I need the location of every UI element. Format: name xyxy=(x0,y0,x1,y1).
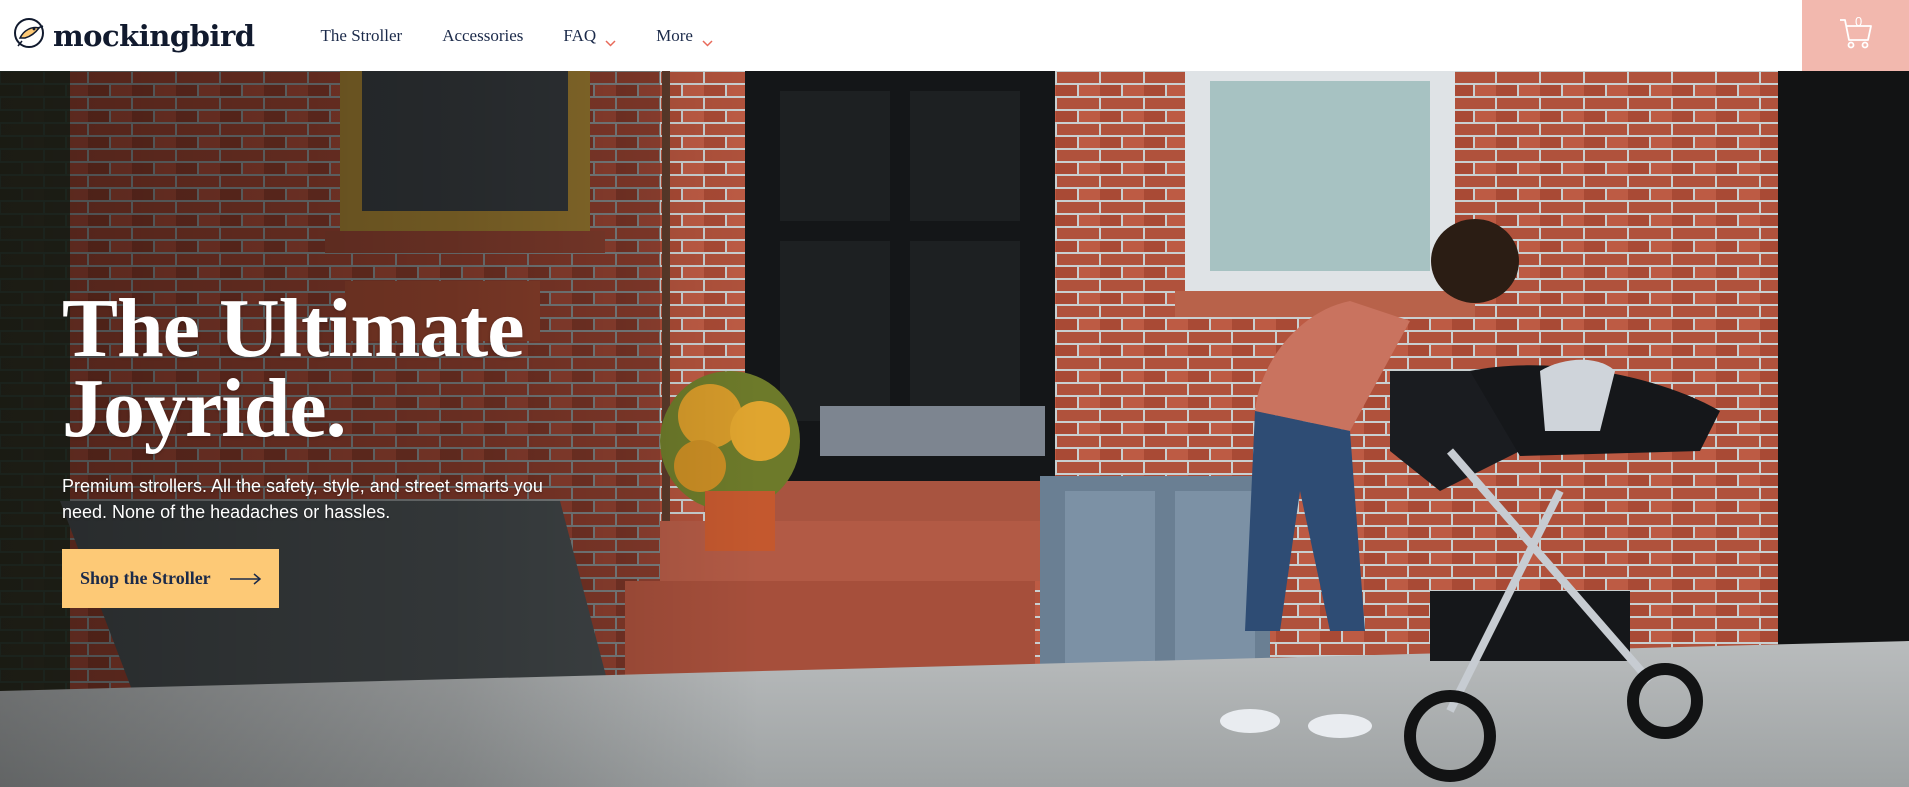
chevron-down-icon xyxy=(605,32,616,47)
cta-label: Shop the Stroller xyxy=(80,568,211,588)
nav-item-label: More xyxy=(656,25,693,45)
hero-section: The Ultimate Joyride. Premium strollers.… xyxy=(0,71,1909,787)
main-nav: The Stroller Accessories FAQ More xyxy=(321,0,753,71)
cart-count-badge: 0 xyxy=(1855,14,1863,29)
shop-the-stroller-button[interactable]: Shop the Stroller xyxy=(62,549,279,608)
nav-item-label: FAQ xyxy=(563,25,597,45)
nav-item-accessories[interactable]: Accessories xyxy=(442,26,523,46)
cart-button[interactable]: 0 xyxy=(1802,0,1909,71)
nav-item-label: Accessories xyxy=(442,25,524,45)
brand-name: mockingbird xyxy=(53,18,255,53)
nav-item-label: The Stroller xyxy=(320,25,403,45)
hero-title: The Ultimate Joyride. xyxy=(62,282,525,455)
site-header: mockingbird The Stroller Accessories FAQ… xyxy=(0,0,1909,71)
nav-item-the-stroller[interactable]: The Stroller xyxy=(321,26,403,46)
hero-subtitle: Premium strollers. All the safety, style… xyxy=(62,476,543,522)
bird-icon xyxy=(12,16,46,55)
chevron-down-icon xyxy=(702,32,713,47)
nav-item-faq[interactable]: FAQ xyxy=(563,25,616,47)
nav-item-more[interactable]: More xyxy=(656,25,713,47)
brand-logo[interactable]: mockingbird xyxy=(12,0,255,71)
